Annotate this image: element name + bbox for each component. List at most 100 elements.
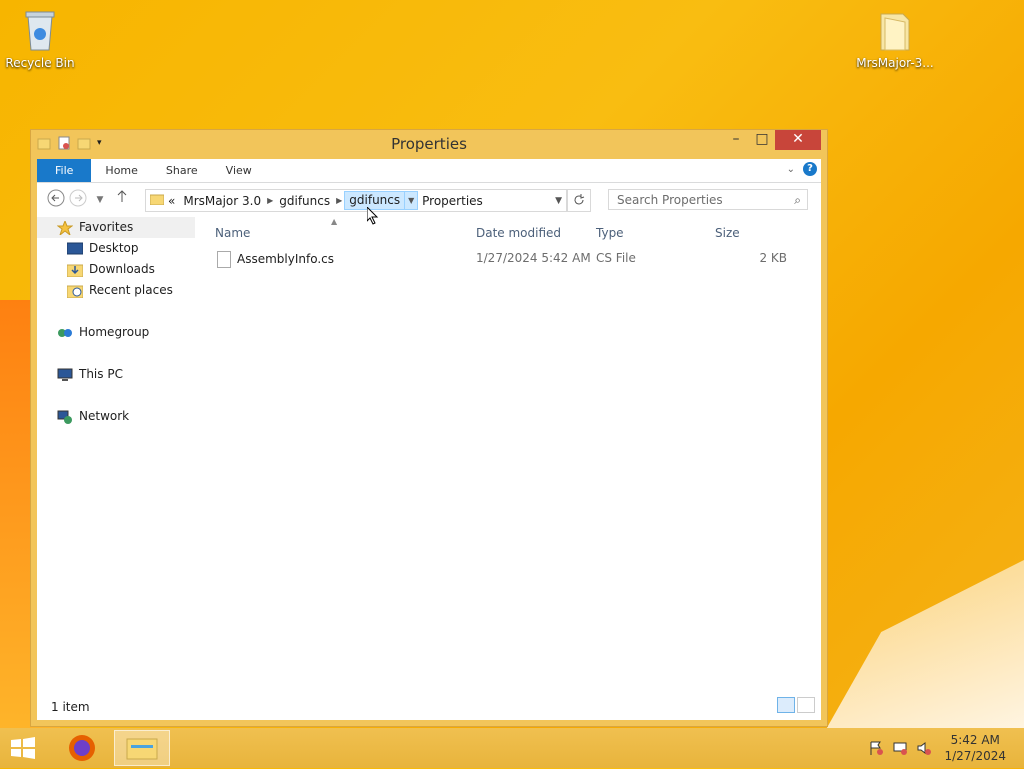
start-button[interactable] [8,736,38,760]
nav-label: Recent places [89,283,173,297]
address-dropdown-icon[interactable]: ▼ [555,196,562,206]
navigation-pane: Favorites Desktop Downloads Recent place… [37,217,195,690]
tab-home[interactable]: Home [91,159,151,182]
clock-date: 1/27/2024 [944,749,1006,763]
explorer-window: ▾ Properties – □ ✕ File Home Share View … [30,129,828,727]
taskbar-firefox[interactable] [54,730,110,766]
file-size: 2 KB [759,251,787,265]
computer-icon [57,368,73,382]
status-bar: 1 item [37,690,821,720]
nav-label: Favorites [79,220,134,234]
table-row[interactable]: AssemblyInfo.cs 1/27/2024 5:42 AM CS Fil… [207,247,821,269]
recent-locations-button[interactable]: ▼ [89,189,111,211]
title-bar[interactable]: ▾ Properties – □ ✕ [31,130,827,158]
large-icons-view-icon[interactable] [797,697,815,713]
folder-icon [149,193,165,208]
nav-label: Homegroup [79,325,150,339]
column-header-size[interactable]: Size [715,226,740,240]
network-icon [57,410,73,424]
mouse-cursor-icon [367,207,379,225]
downloads-icon [66,263,84,277]
file-name: AssemblyInfo.cs [237,252,335,266]
search-input[interactable]: Search Properties ⌕ [608,189,808,210]
refresh-button[interactable] [567,189,591,212]
nav-this-pc[interactable]: This PC [37,364,195,385]
forward-button[interactable] [67,189,89,211]
address-bar[interactable]: « MrsMajor 3.0 ▶ gdifuncs ▶ gdifuncs ▼ P… [145,189,567,212]
desktop-icon-mrsmajor[interactable]: MrsMajor-3... [855,8,935,70]
file-list: ▲ Name Date modified Type Size AssemblyI… [207,217,821,690]
refresh-icon [574,194,585,205]
desktop-icon-recycle-bin[interactable]: Recycle Bin [0,8,80,70]
back-button[interactable] [45,189,67,211]
item-count: 1 item [51,700,90,714]
nav-label: Downloads [89,262,155,276]
network-status-icon[interactable] [892,740,908,756]
breadcrumb-segment[interactable]: gdifuncs [275,194,334,208]
close-button[interactable]: ✕ [775,130,821,150]
nav-homegroup[interactable]: Homegroup [37,322,195,343]
chevron-down-icon[interactable]: ⌄ [787,164,795,175]
folder-icon [875,8,915,52]
tab-view[interactable]: View [212,159,266,182]
ribbon-tabs: File Home Share View ⌄ ? [37,159,821,183]
recent-places-icon [66,284,84,298]
window-title: Properties [391,135,467,153]
column-header-date[interactable]: Date modified [476,226,561,240]
up-button[interactable] [111,189,133,211]
homegroup-icon [57,326,73,340]
star-icon [56,219,74,236]
action-center-flag-icon[interactable] [868,740,884,756]
search-icon: ⌕ [794,193,801,207]
window-body: File Home Share View ⌄ ? ▼ « MrsMajor 3.… [37,159,821,720]
taskbar-file-explorer[interactable] [114,730,170,766]
column-headers: ▲ Name Date modified Type Size [207,217,821,247]
nav-label: This PC [79,367,123,381]
window-controls: – □ ✕ [723,130,821,150]
clock[interactable]: 5:42 AM 1/27/2024 [944,732,1006,764]
windows-logo-icon [11,737,35,759]
ribbon-right: ⌄ ? [787,162,817,176]
recycle-bin-icon [20,8,60,52]
wallpaper-shape [820,560,1024,740]
desktop-icon-label: MrsMajor-3... [856,56,934,70]
desktop-icon-label: Recycle Bin [5,56,75,70]
address-overflow[interactable]: « [164,194,179,208]
nav-favorites[interactable]: Favorites [37,217,195,238]
volume-muted-icon[interactable] [916,740,932,756]
help-icon[interactable]: ? [803,162,817,176]
search-placeholder: Search Properties [617,193,723,207]
chevron-right-icon[interactable]: ▶ [265,196,275,205]
tab-file[interactable]: File [37,159,92,182]
nav-recent-places[interactable]: Recent places [37,280,195,301]
nav-desktop[interactable]: Desktop [37,238,195,259]
file-date: 1/27/2024 5:42 AM [476,251,591,265]
breadcrumb-segment[interactable]: MrsMajor 3.0 [179,194,265,208]
breadcrumb-segment[interactable]: Properties [418,194,487,208]
column-header-name[interactable]: Name [215,226,250,240]
taskbar: 5:42 AM 1/27/2024 [0,728,1024,768]
navigation-bar: ▼ « MrsMajor 3.0 ▶ gdifuncs ▶ gdifuncs ▼… [37,183,821,217]
firefox-icon [69,735,95,761]
desktop-icon [66,242,84,256]
sort-up-icon: ▲ [331,217,338,226]
system-tray [868,740,932,756]
nav-network[interactable]: Network [37,406,195,427]
nav-label: Desktop [89,241,139,255]
tab-share[interactable]: Share [152,159,212,182]
details-view-icon[interactable] [777,697,795,713]
file-explorer-icon [126,738,158,760]
arrow-left-icon [47,189,65,207]
chevron-down-icon[interactable]: ▼ [405,191,419,210]
arrow-up-icon [117,190,127,202]
view-switcher [777,697,815,713]
clock-time: 5:42 AM [950,733,1000,747]
chevron-right-icon[interactable]: ▶ [334,196,344,205]
maximize-button[interactable]: □ [749,130,775,150]
file-name-cell: AssemblyInfo.cs [217,251,334,268]
column-header-type[interactable]: Type [596,226,624,240]
minimize-button[interactable]: – [723,130,749,150]
nav-label: Network [79,409,130,423]
file-type: CS File [596,251,636,265]
nav-downloads[interactable]: Downloads [37,259,195,280]
